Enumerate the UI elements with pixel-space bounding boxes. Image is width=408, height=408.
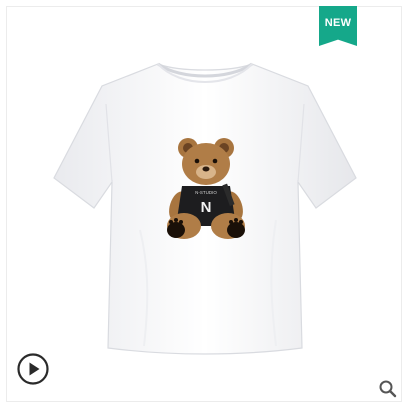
- bear-shirt-letter: N: [201, 199, 212, 216]
- bear-shirt-script: N-STUDIO: [195, 190, 217, 195]
- play-video-button[interactable]: [17, 353, 49, 385]
- magnifier-icon: [379, 380, 397, 398]
- zoom-search-button[interactable]: [378, 379, 398, 399]
- play-circle-icon: [17, 353, 49, 385]
- product-image[interactable]: N-STUDIO N: [40, 50, 370, 360]
